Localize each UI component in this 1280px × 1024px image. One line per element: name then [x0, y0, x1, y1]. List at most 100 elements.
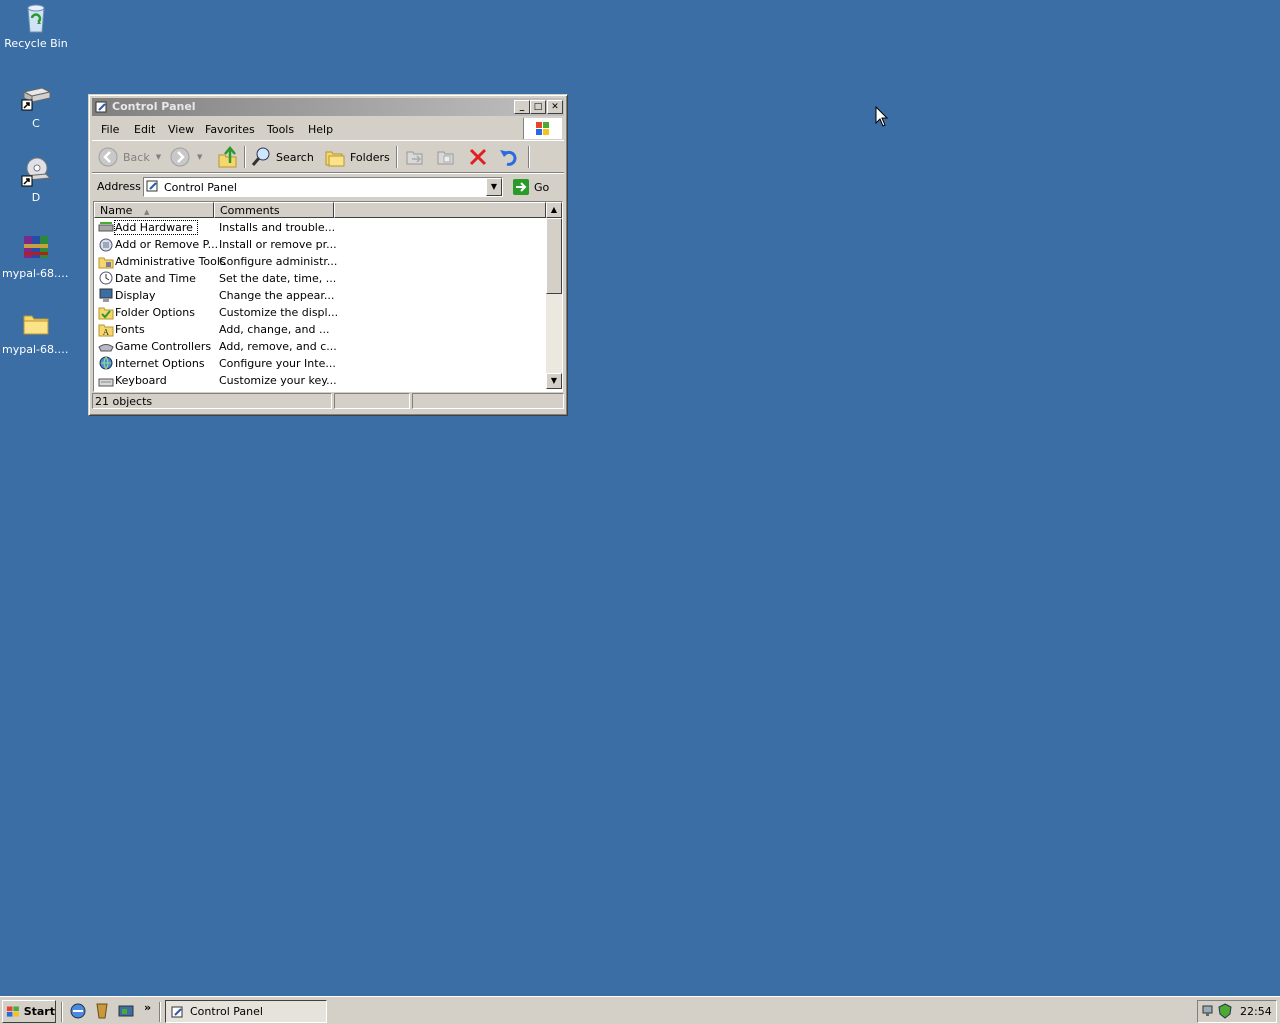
- start-label: Start: [23, 1005, 55, 1018]
- status-bar: 21 objects: [92, 393, 564, 411]
- move-to-button[interactable]: [404, 145, 426, 169]
- title-bar[interactable]: Control Panel _ □ ✕: [92, 98, 564, 116]
- menu-view[interactable]: View: [168, 123, 194, 136]
- undo-button[interactable]: [498, 145, 520, 169]
- mouse-cursor-icon: [875, 106, 889, 127]
- item-name: Folder Options: [115, 306, 195, 319]
- forward-button[interactable]: ▼: [169, 145, 202, 169]
- list-item[interactable]: A Fonts Add, change, and ...: [94, 321, 544, 338]
- list-item[interactable]: Folder Options Customize the displ...: [94, 304, 544, 321]
- maximize-button[interactable]: □: [530, 100, 546, 114]
- address-dropdown-button[interactable]: ▼: [486, 178, 502, 196]
- column-header-blank: [334, 202, 546, 218]
- minimize-button[interactable]: _: [514, 100, 530, 114]
- address-input[interactable]: Control Panel ▼: [143, 177, 503, 197]
- control-panel-window: Control Panel _ □ ✕ File Edit View Favor…: [88, 94, 568, 416]
- address-label: Address: [97, 180, 141, 193]
- go-arrow-icon: [513, 179, 529, 195]
- taskbar: Start » Control Panel 22:54: [0, 996, 1280, 1024]
- quicklaunch-chevron[interactable]: »: [144, 1001, 151, 1014]
- windows-flag-icon: [6, 1005, 19, 1017]
- column-header-comments[interactable]: Comments: [214, 202, 334, 218]
- list-item[interactable]: Date and Time Set the date, time, ...: [94, 270, 544, 287]
- system-tray: 22:54: [1197, 1000, 1277, 1023]
- back-label: Back: [123, 150, 150, 164]
- search-button[interactable]: Search: [250, 145, 314, 169]
- delete-button[interactable]: [467, 145, 489, 169]
- go-button[interactable]: Go: [512, 177, 549, 197]
- menu-tools[interactable]: Tools: [267, 123, 294, 136]
- recycle-bin-icon: [20, 2, 52, 34]
- menu-help[interactable]: Help: [308, 123, 333, 136]
- undo-icon: [500, 150, 517, 166]
- status-object-count: 21 objects: [92, 393, 332, 409]
- cd-drive-shortcut-icon: [20, 156, 52, 188]
- menu-file[interactable]: File: [101, 123, 119, 136]
- close-button[interactable]: ✕: [547, 100, 563, 114]
- column-comments-label: Comments: [220, 204, 280, 217]
- desktop-icon-d-drive[interactable]: D: [0, 156, 72, 205]
- item-name: Display: [115, 289, 156, 302]
- folder-options-icon: [98, 305, 114, 320]
- delete-x-icon: [469, 148, 487, 166]
- list-item[interactable]: Administrative Tools Configure administr…: [94, 253, 544, 270]
- security-shield-icon[interactable]: [1217, 1003, 1233, 1022]
- item-name: Internet Options: [115, 357, 205, 370]
- desktop-icon-label: C: [32, 117, 40, 130]
- scroll-up-button[interactable]: ▲: [546, 202, 562, 218]
- window-title: Control Panel: [112, 100, 196, 113]
- quicklaunch-desktop-icon[interactable]: [117, 1002, 135, 1020]
- back-arrow-icon: [98, 147, 118, 167]
- desktop-icon-recycle-bin[interactable]: Recycle Bin: [0, 2, 72, 51]
- file-list: Name ▲ Comments Add Hardware Installs an…: [93, 201, 563, 392]
- desktop-icon-mypal-folder[interactable]: mypal-68.1...: [0, 308, 72, 357]
- forward-arrow-icon: [170, 147, 190, 167]
- clock[interactable]: 22:54: [1240, 1005, 1272, 1018]
- up-folder-icon: [218, 146, 237, 168]
- list-item[interactable]: Add or Remove P... Install or remove pr.…: [94, 236, 544, 253]
- item-comment: Set the date, time, ...: [219, 272, 337, 285]
- folders-button[interactable]: Folders: [324, 145, 390, 169]
- taskbar-button-control-panel[interactable]: Control Panel: [165, 1000, 327, 1023]
- list-item[interactable]: Display Change the appear...: [94, 287, 544, 304]
- quicklaunch-ie-icon[interactable]: [69, 1002, 87, 1020]
- desktop-icon-mypal-archive[interactable]: mypal-68.1...: [0, 232, 72, 281]
- item-comment: Install or remove pr...: [219, 238, 337, 251]
- back-button[interactable]: Back ▼: [97, 145, 161, 169]
- item-name: Keyboard: [115, 374, 167, 387]
- taskbar-separator: [61, 1002, 62, 1022]
- menu-favorites[interactable]: Favorites: [205, 123, 255, 136]
- list-item[interactable]: Add Hardware Installs and trouble...: [94, 219, 544, 236]
- item-comment: Customize your key...: [219, 374, 337, 387]
- up-folder-button[interactable]: [216, 145, 240, 169]
- start-button[interactable]: Start: [2, 1000, 56, 1023]
- item-name: Fonts: [115, 323, 145, 336]
- status-panel: [334, 393, 410, 409]
- list-item[interactable]: Keyboard Customize your key...: [94, 372, 544, 389]
- network-icon[interactable]: [1201, 1003, 1217, 1022]
- folders-label: Folders: [350, 150, 390, 164]
- vertical-scrollbar[interactable]: ▲ ▼: [546, 202, 562, 389]
- search-icon: [251, 147, 270, 166]
- scroll-down-button[interactable]: ▼: [546, 373, 562, 389]
- status-panel: [412, 393, 564, 409]
- display-icon: [98, 288, 114, 303]
- quicklaunch-outlook-icon[interactable]: [93, 1002, 111, 1020]
- administrative-tools-icon: [98, 254, 114, 269]
- scroll-thumb[interactable]: [546, 218, 562, 294]
- go-label: Go: [534, 180, 550, 194]
- desktop-icon-c-drive[interactable]: C: [0, 82, 72, 131]
- sort-ascending-icon: ▲: [143, 208, 150, 216]
- item-comment: Customize the displ...: [219, 306, 339, 319]
- column-header-name[interactable]: Name ▲: [94, 202, 214, 218]
- internet-options-icon: [98, 356, 114, 371]
- date-time-icon: [98, 271, 114, 286]
- menu-edit[interactable]: Edit: [134, 123, 155, 136]
- item-name: Date and Time: [115, 272, 196, 285]
- list-item[interactable]: Internet Options Configure your Inte...: [94, 355, 544, 372]
- taskbar-separator: [159, 1002, 160, 1022]
- list-item[interactable]: Game Controllers Add, remove, and c...: [94, 338, 544, 355]
- control-panel-icon: [146, 179, 160, 196]
- item-comment: Installs and trouble...: [219, 221, 336, 234]
- copy-to-button[interactable]: [435, 145, 457, 169]
